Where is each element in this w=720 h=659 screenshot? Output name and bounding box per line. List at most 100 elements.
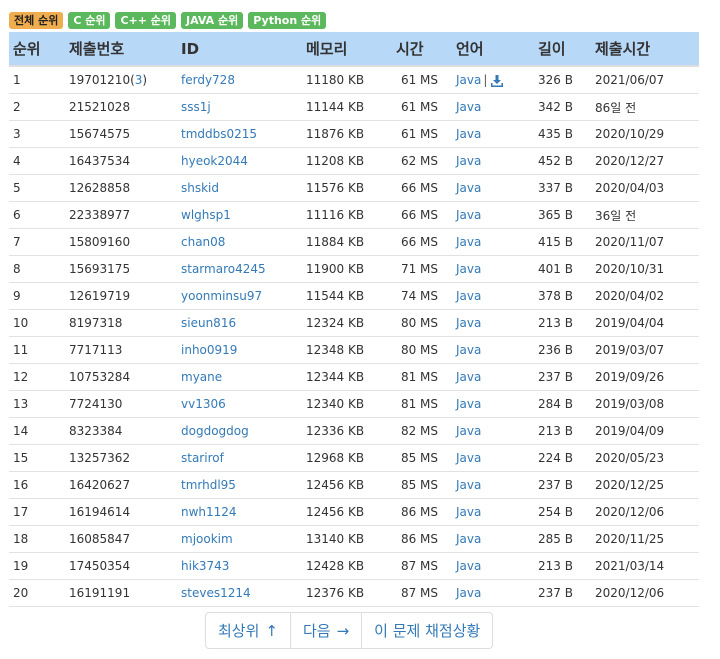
- language-link[interactable]: Java: [456, 424, 481, 438]
- cell-submitted: 36일 전: [591, 201, 699, 229]
- language-link[interactable]: Java: [456, 73, 481, 87]
- user-link[interactable]: tmrhdl95: [181, 478, 236, 492]
- user-link[interactable]: sieun816: [181, 316, 236, 330]
- cell-submitted: 2020/05/23: [591, 444, 699, 472]
- user-link[interactable]: steves1214: [181, 586, 251, 600]
- user-link[interactable]: vv1306: [181, 397, 226, 411]
- language-link[interactable]: Java: [456, 532, 481, 546]
- filter-badge[interactable]: Python 순위: [248, 12, 327, 29]
- user-link[interactable]: mjookim: [181, 532, 233, 546]
- filter-badge[interactable]: C++ 순위: [115, 12, 177, 29]
- language-link[interactable]: Java: [456, 262, 481, 276]
- next-page-button[interactable]: 다음 →: [291, 613, 363, 648]
- problem-status-button[interactable]: 이 문제 채점상황: [362, 613, 492, 648]
- user-link[interactable]: sss1j: [181, 100, 211, 114]
- cell-length: 284 B: [534, 390, 591, 418]
- table-row: 6 22338977 wlghsp1 11116 KB 66 MS Java 365 B 36…: [9, 201, 699, 229]
- arrow-up-icon: ↑: [265, 621, 278, 640]
- user-link[interactable]: starirof: [181, 451, 224, 465]
- cell-rank: 4: [9, 147, 65, 175]
- cell-submitted: 2020/10/29: [591, 120, 699, 148]
- cell-time: 66 MS: [392, 228, 452, 256]
- language-link[interactable]: Java: [456, 451, 481, 465]
- language-link[interactable]: Java: [456, 316, 481, 330]
- language-link[interactable]: Java: [456, 289, 481, 303]
- language-link[interactable]: Java: [456, 100, 481, 114]
- next-page-label: 다음: [302, 622, 331, 640]
- cell-submission: 13257362: [65, 444, 177, 472]
- user-link[interactable]: myane: [181, 370, 222, 384]
- table-row: 9 12619719 yoonminsu97 11544 KB 74 MS Java 378…: [9, 282, 699, 310]
- language-link[interactable]: Java: [456, 127, 481, 141]
- language-link[interactable]: Java: [456, 478, 481, 492]
- language-link[interactable]: Java: [456, 235, 481, 249]
- submission-id: 22338977: [69, 208, 131, 222]
- cell-submission: 21521028: [65, 93, 177, 121]
- cell-submission: 22338977: [65, 201, 177, 229]
- language-link[interactable]: Java: [456, 397, 481, 411]
- table-row: 7 15809160 chan08 11884 KB 66 MS Java 415 B 202…: [9, 228, 699, 256]
- cell-submission: 16191191: [65, 579, 177, 607]
- cell-language: Java: [452, 336, 534, 364]
- cell-time: 61 MS: [392, 66, 452, 94]
- filter-badge[interactable]: JAVA 순위: [181, 12, 244, 29]
- download-icon[interactable]: [491, 74, 504, 87]
- cell-user: tmrhdl95: [177, 471, 302, 499]
- cell-submitted: 2020/10/31: [591, 255, 699, 283]
- pagination: 최상위 ↑ 다음 → 이 문제 채점상황: [205, 612, 494, 649]
- first-page-button[interactable]: 최상위 ↑: [206, 613, 291, 648]
- cell-language: Java: [452, 228, 534, 256]
- cell-user: chan08: [177, 228, 302, 256]
- submission-count-link[interactable]: 3: [135, 73, 143, 87]
- user-link[interactable]: hyeok2044: [181, 154, 248, 168]
- table-row: 12 10753284 myane 12344 KB 81 MS Java 237 B 201…: [9, 363, 699, 391]
- cell-user: hik3743: [177, 552, 302, 580]
- cell-language: Java: [452, 255, 534, 283]
- cell-memory: 11884 KB: [302, 228, 392, 256]
- user-link[interactable]: starmaro4245: [181, 262, 266, 276]
- language-link[interactable]: Java: [456, 181, 481, 195]
- language-link[interactable]: Java: [456, 370, 481, 384]
- cell-submission: 10753284: [65, 363, 177, 391]
- cell-length: 236 B: [534, 336, 591, 364]
- cell-time: 80 MS: [392, 309, 452, 337]
- user-link[interactable]: hik3743: [181, 559, 229, 573]
- cell-memory: 12456 KB: [302, 471, 392, 499]
- cell-memory: 11576 KB: [302, 174, 392, 202]
- user-link[interactable]: yoonminsu97: [181, 289, 262, 303]
- user-link[interactable]: nwh1124: [181, 505, 237, 519]
- user-link[interactable]: inho0919: [181, 343, 237, 357]
- cell-user: shskid: [177, 174, 302, 202]
- submission-id: 21521028: [69, 100, 131, 114]
- table-row: 2 21521028 sss1j 11144 KB 61 MS Java 342 B 86일 …: [9, 93, 699, 121]
- user-link[interactable]: dogdogdog: [181, 424, 249, 438]
- submission-id: 16085847: [69, 532, 131, 546]
- table-row: 20 16191191 steves1214 12376 KB 87 MS Java 237…: [9, 579, 699, 607]
- user-link[interactable]: chan08: [181, 235, 225, 249]
- language-link[interactable]: Java: [456, 208, 481, 222]
- filter-badge[interactable]: 전체 순위: [9, 12, 64, 29]
- cell-length: 415 B: [534, 228, 591, 256]
- user-link[interactable]: ferdy728: [181, 73, 235, 87]
- table-row: 1 19701210(3) ferdy728 11180 KB 61 MS Java | 32…: [9, 66, 699, 94]
- language-link[interactable]: Java: [456, 559, 481, 573]
- table-row: 4 16437534 hyeok2044 11208 KB 62 MS Java 452 B…: [9, 147, 699, 175]
- cell-length: 342 B: [534, 93, 591, 121]
- language-link[interactable]: Java: [456, 343, 481, 357]
- cell-rank: 18: [9, 525, 65, 553]
- cell-submitted: 2020/12/06: [591, 498, 699, 526]
- user-link[interactable]: tmddbs0215: [181, 127, 257, 141]
- cell-language: Java: [452, 147, 534, 175]
- filter-badge[interactable]: C 순위: [68, 12, 111, 29]
- user-link[interactable]: wlghsp1: [181, 208, 231, 222]
- language-link[interactable]: Java: [456, 505, 481, 519]
- cell-time: 66 MS: [392, 201, 452, 229]
- language-link[interactable]: Java: [456, 154, 481, 168]
- cell-language: Java: [452, 309, 534, 337]
- submission-id: 15693175: [69, 262, 131, 276]
- user-link[interactable]: shskid: [181, 181, 219, 195]
- language-link[interactable]: Java: [456, 586, 481, 600]
- cell-memory: 12376 KB: [302, 579, 392, 607]
- cell-language: Java: [452, 282, 534, 310]
- cell-memory: 12456 KB: [302, 498, 392, 526]
